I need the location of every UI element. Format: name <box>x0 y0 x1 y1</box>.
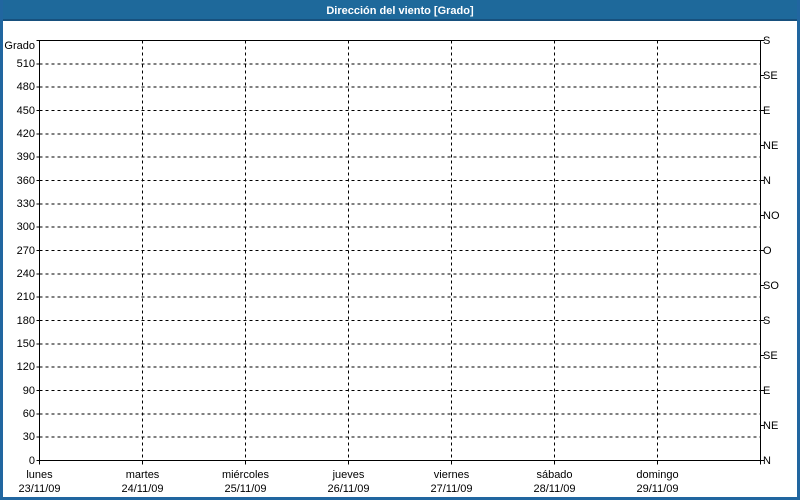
gridlines <box>39 40 761 461</box>
chart-title-bar: Dirección del viento [Grado] <box>0 0 800 21</box>
chart-window: Dirección del viento [Grado] Grado 0 30 60 9… <box>0 0 800 500</box>
axis-ticks <box>36 40 765 465</box>
plot-grid <box>36 40 765 465</box>
chart-title: Dirección del viento [Grado] <box>326 5 474 17</box>
